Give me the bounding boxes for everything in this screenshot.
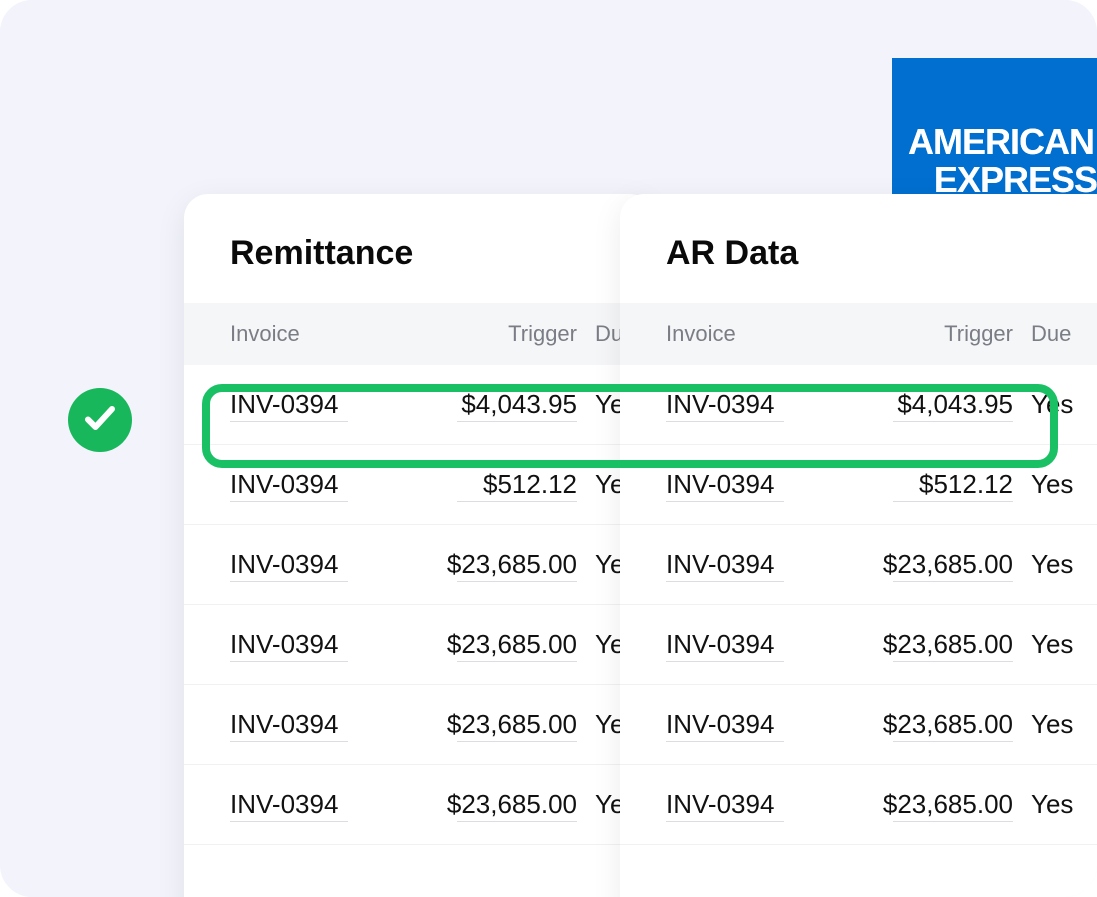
table-row[interactable]: INV-0394$23,685.00Yes (620, 605, 1097, 685)
ar-rows: INV-0394$4,043.95YesINV-0394$512.12YesIN… (620, 365, 1097, 845)
ar-data-title: AR Data (620, 194, 1097, 303)
cell-trigger: $4,043.95 (866, 389, 1031, 420)
cell-invoice: INV-0394 (230, 789, 430, 820)
cell-invoice: INV-0394 (666, 709, 866, 740)
table-row[interactable]: INV-0394$512.12Ye (184, 445, 654, 525)
amex-logo-line2: EXPRESS (934, 162, 1097, 198)
comparison-stage: AMERICAN EXPRESS Remittance Invoice Trig… (0, 0, 1097, 897)
cell-trigger: $23,685.00 (430, 709, 595, 740)
table-row[interactable]: INV-0394$23,685.00Yes (620, 765, 1097, 845)
col-header-trigger: Trigger (866, 321, 1031, 347)
cell-invoice: INV-0394 (230, 549, 430, 580)
table-row[interactable]: INV-0394$23,685.00Ye (184, 525, 654, 605)
cell-invoice: INV-0394 (230, 629, 430, 660)
cell-invoice: INV-0394 (230, 389, 430, 420)
cell-invoice: INV-0394 (230, 469, 430, 500)
table-row[interactable]: INV-0394$512.12Yes (620, 445, 1097, 525)
cell-trigger: $23,685.00 (866, 789, 1031, 820)
check-icon (82, 400, 118, 441)
cell-trigger: $4,043.95 (430, 389, 595, 420)
table-row[interactable]: INV-0394$23,685.00Ye (184, 605, 654, 685)
match-check-badge (68, 388, 132, 452)
cell-due: Yes (1031, 709, 1091, 740)
cell-due: Yes (1031, 549, 1091, 580)
table-row[interactable]: INV-0394$23,685.00Ye (184, 765, 654, 845)
col-header-invoice: Invoice (666, 321, 866, 347)
ar-table-header: Invoice Trigger Due (620, 303, 1097, 365)
remittance-title: Remittance (184, 194, 654, 303)
ar-data-panel: AR Data Invoice Trigger Due INV-0394$4,0… (620, 194, 1097, 897)
remittance-table-header: Invoice Trigger Du (184, 303, 654, 365)
table-row[interactable]: INV-0394$23,685.00Yes (620, 685, 1097, 765)
cell-trigger: $23,685.00 (866, 549, 1031, 580)
cell-trigger: $23,685.00 (866, 629, 1031, 660)
cell-invoice: INV-0394 (666, 789, 866, 820)
col-header-trigger: Trigger (430, 321, 595, 347)
table-row[interactable]: INV-0394$4,043.95Yes (620, 365, 1097, 445)
cell-trigger: $23,685.00 (430, 549, 595, 580)
cell-invoice: INV-0394 (230, 709, 430, 740)
cell-due: Yes (1031, 469, 1091, 500)
cell-trigger: $512.12 (866, 469, 1031, 500)
cell-trigger: $23,685.00 (430, 629, 595, 660)
cell-invoice: INV-0394 (666, 469, 866, 500)
cell-due: Yes (1031, 789, 1091, 820)
remittance-panel: Remittance Invoice Trigger Du INV-0394$4… (184, 194, 654, 897)
table-row[interactable]: INV-0394$4,043.95Ye (184, 365, 654, 445)
table-row[interactable]: INV-0394$23,685.00Ye (184, 685, 654, 765)
cell-trigger: $23,685.00 (430, 789, 595, 820)
cell-due: Yes (1031, 389, 1091, 420)
col-header-due: Due (1031, 321, 1091, 347)
cell-trigger: $23,685.00 (866, 709, 1031, 740)
cell-invoice: INV-0394 (666, 389, 866, 420)
remittance-rows: INV-0394$4,043.95YeINV-0394$512.12YeINV-… (184, 365, 654, 845)
cell-invoice: INV-0394 (666, 629, 866, 660)
amex-logo-line1: AMERICAN (908, 124, 1094, 160)
cell-invoice: INV-0394 (666, 549, 866, 580)
table-row[interactable]: INV-0394$23,685.00Yes (620, 525, 1097, 605)
col-header-invoice: Invoice (230, 321, 430, 347)
cell-due: Yes (1031, 629, 1091, 660)
cell-trigger: $512.12 (430, 469, 595, 500)
